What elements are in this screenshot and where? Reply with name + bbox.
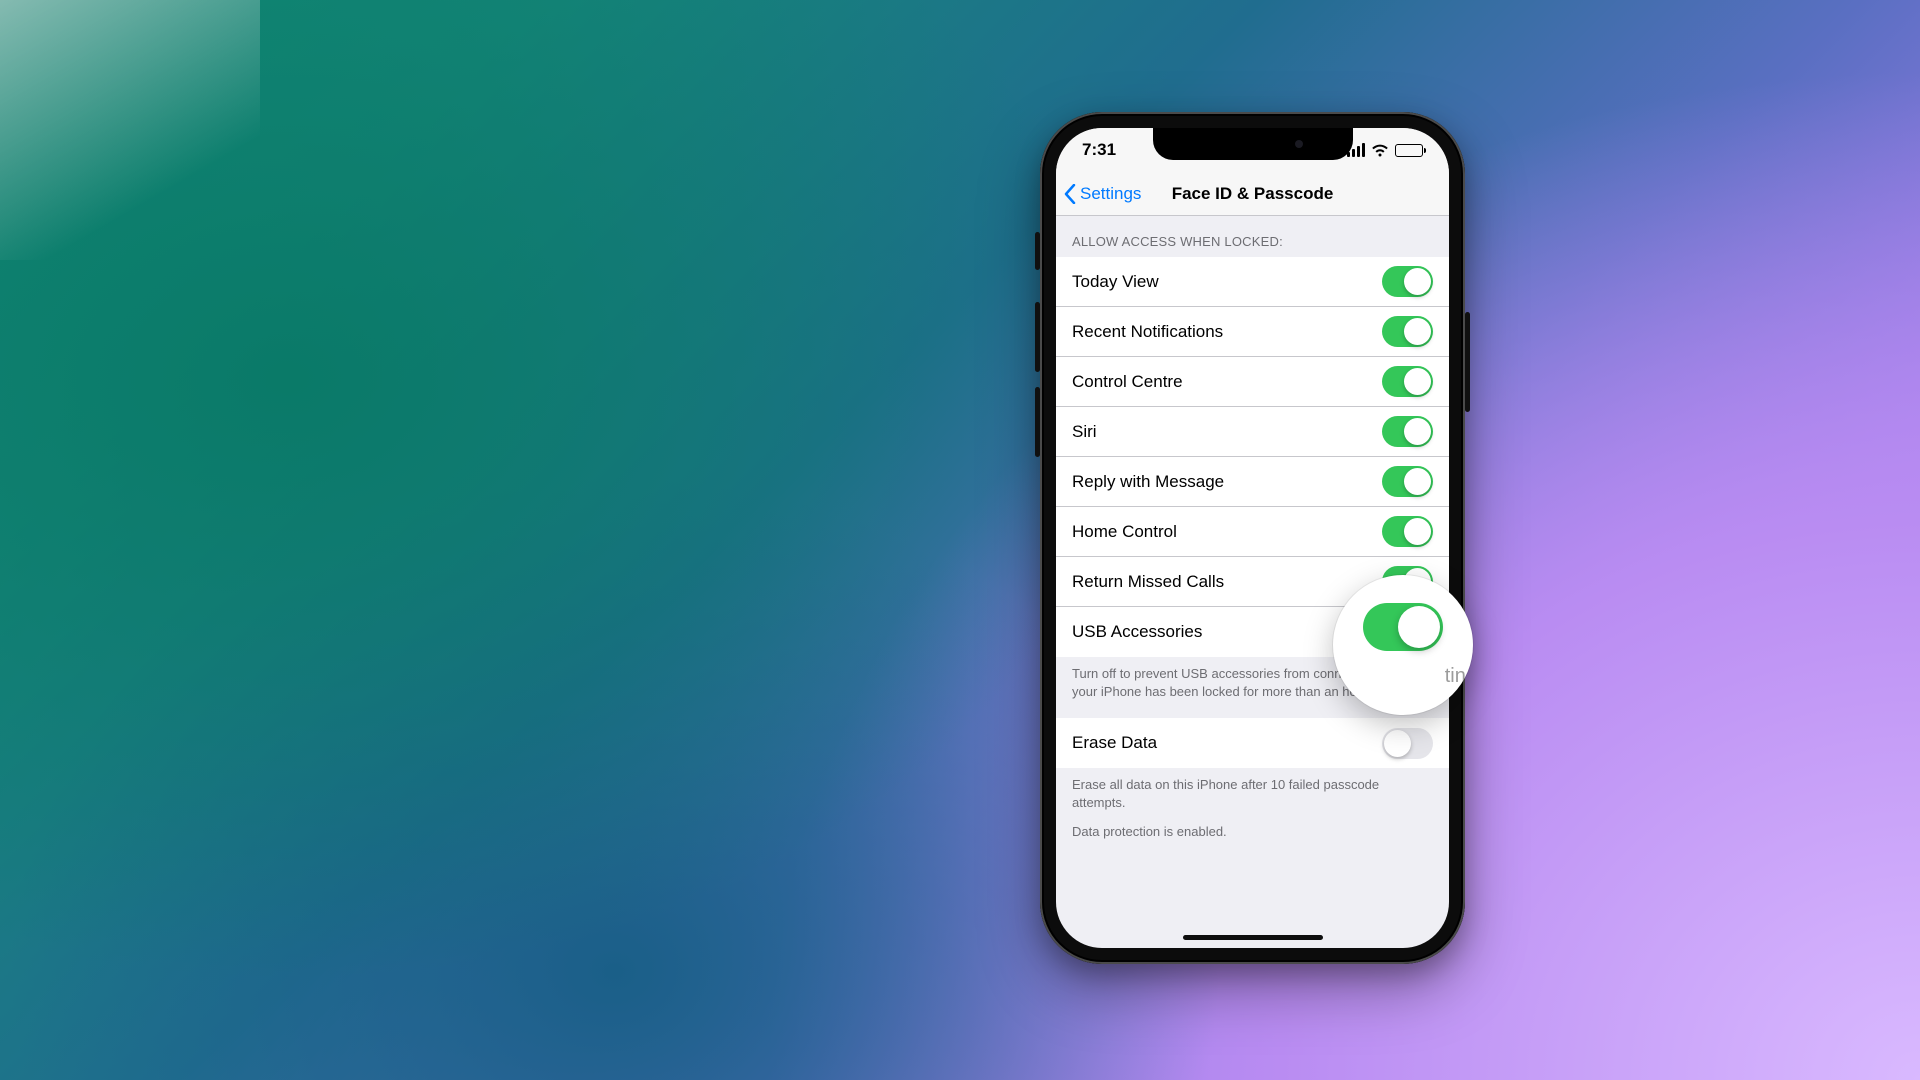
side-button-power [1465, 312, 1470, 412]
toggle-home-control[interactable] [1382, 516, 1433, 547]
magnifier-text-fragment: ting [1445, 665, 1473, 688]
row-label: Control Centre [1072, 372, 1382, 392]
row-label: Erase Data [1072, 733, 1382, 753]
magnifier-callout: ting [1333, 575, 1473, 715]
battery-icon [1395, 144, 1423, 157]
home-indicator[interactable] [1183, 935, 1323, 940]
chevron-left-icon [1064, 184, 1076, 204]
nav-bar: Settings Face ID & Passcode [1056, 172, 1449, 216]
row-reply-with-message[interactable]: Reply with Message [1056, 457, 1449, 507]
magnified-toggle-usb-accessories [1363, 603, 1443, 651]
side-button-vol-down [1035, 387, 1040, 457]
row-label: Siri [1072, 422, 1382, 442]
row-today-view[interactable]: Today View [1056, 257, 1449, 307]
side-button-mute [1035, 232, 1040, 270]
row-label: Return Missed Calls [1072, 572, 1382, 592]
phone-frame: 7:31 Settings Face ID & Passcode ALLOW A… [1040, 112, 1465, 964]
erase-data-group: Erase Data [1056, 718, 1449, 768]
toggle-control-centre[interactable] [1382, 366, 1433, 397]
toggle-today-view[interactable] [1382, 266, 1433, 297]
notch [1153, 128, 1353, 160]
nav-title: Face ID & Passcode [1172, 184, 1334, 204]
phone-screen: 7:31 Settings Face ID & Passcode ALLOW A… [1056, 128, 1449, 948]
row-label: Home Control [1072, 522, 1382, 542]
row-siri[interactable]: Siri [1056, 407, 1449, 457]
back-button[interactable]: Settings [1064, 184, 1141, 204]
toggle-erase-data[interactable] [1382, 728, 1433, 759]
row-recent-notifications[interactable]: Recent Notifications [1056, 307, 1449, 357]
toggle-siri[interactable] [1382, 416, 1433, 447]
row-label: Reply with Message [1072, 472, 1382, 492]
row-control-centre[interactable]: Control Centre [1056, 357, 1449, 407]
back-label: Settings [1080, 184, 1141, 204]
wifi-icon [1371, 144, 1389, 157]
section-footer-erase: Erase all data on this iPhone after 10 f… [1056, 768, 1449, 817]
row-label: Recent Notifications [1072, 322, 1382, 342]
toggle-recent-notifications[interactable] [1382, 316, 1433, 347]
side-button-vol-up [1035, 302, 1040, 372]
section-header-allow-access: ALLOW ACCESS WHEN LOCKED: [1056, 216, 1449, 257]
toggle-reply-with-message[interactable] [1382, 466, 1433, 497]
status-time: 7:31 [1082, 140, 1116, 160]
row-label: Today View [1072, 272, 1382, 292]
row-erase-data[interactable]: Erase Data [1056, 718, 1449, 768]
row-home-control[interactable]: Home Control [1056, 507, 1449, 557]
section-footer-data-protection: Data protection is enabled. [1056, 817, 1449, 859]
